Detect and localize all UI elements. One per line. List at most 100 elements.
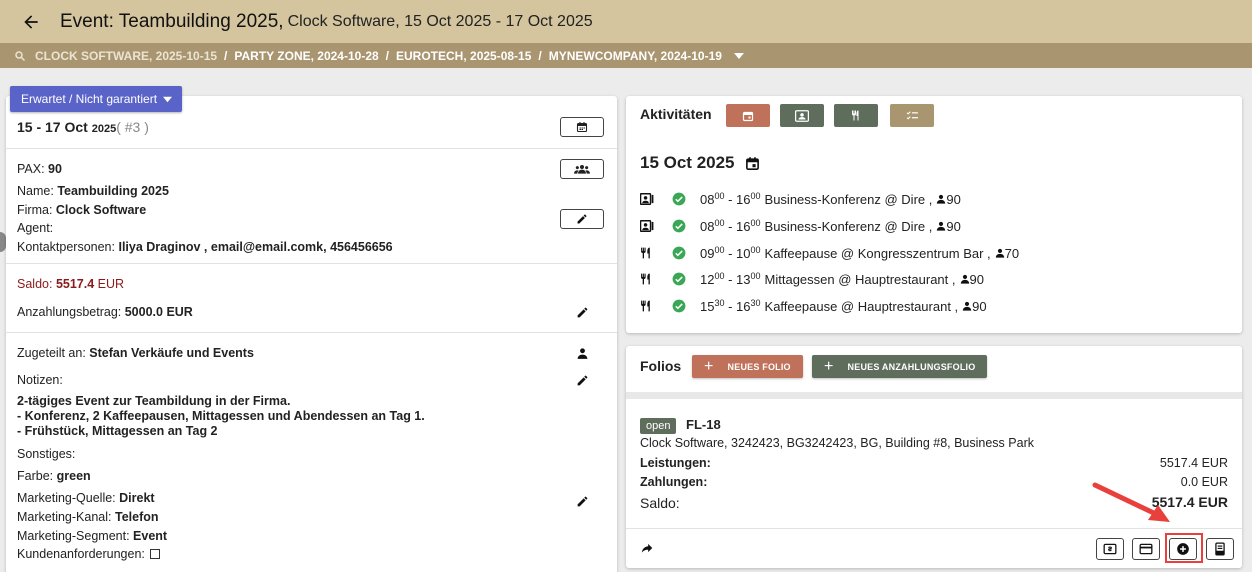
activities-title: Aktivitäten — [640, 106, 712, 122]
activity-time: 0800 - 1600 — [700, 218, 761, 234]
caret-down-icon — [163, 96, 173, 102]
deposit-label: Anzahlungsbetrag: — [17, 305, 122, 319]
contacts-value: Iliya Draginov , email@email.comk, 45645… — [118, 240, 393, 254]
plus-icon: + — [704, 357, 714, 375]
folios-card: Folios + NEUES FOLIO + NEUES ANZAHLUNGSF… — [626, 346, 1242, 568]
activity-row[interactable]: 0800 - 1600 Business-Konferenz @ Dire , 90 — [640, 216, 961, 236]
check-circle-icon — [672, 272, 686, 286]
activity-pax-value: 70 — [1004, 245, 1020, 261]
pencil-icon — [577, 375, 587, 385]
event-date-range-text: 15 - 17 Oct — [17, 119, 88, 135]
activity-row[interactable]: 0800 - 1600 Business-Konferenz @ Dire , 90 — [640, 189, 961, 209]
activity-row[interactable]: 1530 - 1630 Kaffeepause @ Hauptrestaurant… — [640, 296, 987, 316]
check-circle-icon — [672, 299, 686, 313]
activity-time: 1200 - 1300 — [700, 271, 761, 287]
search-icon — [15, 50, 26, 61]
notes-line: - Konferenz, 2 Kaffeepausen, Mittagessen… — [17, 409, 425, 423]
activity-pax-value: 90 — [946, 218, 961, 234]
activity-pax: 90 — [936, 192, 961, 207]
notes-line: 2-tägiges Event zur Teambildung in der F… — [17, 394, 291, 408]
person-icon — [937, 221, 946, 231]
pax-line: PAX: 90 — [17, 162, 62, 176]
edit-event-button[interactable] — [560, 209, 604, 229]
add-task-activity-button[interactable] — [890, 104, 934, 127]
divider — [626, 392, 1242, 399]
breadcrumb-item[interactable]: EUROTECH, 2025-08-15 — [396, 49, 531, 63]
caret-down-icon — [733, 52, 744, 59]
person-icon — [577, 347, 587, 359]
activity-text: Kaffeepause @ Kongresszentrum Bar , — [764, 245, 991, 261]
contact-card-icon — [640, 220, 654, 232]
edit-deposit-button[interactable] — [574, 304, 590, 320]
pax-label: PAX: — [17, 162, 45, 176]
activity-pax: 90 — [962, 299, 987, 314]
balance-value: 5517.4 — [55, 277, 95, 291]
status-dropdown-label: Erwartet / Nicht garantiert — [21, 92, 158, 106]
requests-checkbox[interactable] — [149, 549, 160, 559]
activity-type — [640, 193, 660, 205]
breadcrumb-separator: / — [538, 48, 542, 63]
deposit-line: Anzahlungsbetrag: 5000.0 EUR — [17, 305, 193, 319]
person-icon — [995, 248, 1004, 258]
balance-currency: EUR — [97, 277, 125, 291]
assignment-section: Zugeteilt an: Stefan Verkäufe und Events… — [6, 333, 617, 572]
folio-address: Clock Software, 3242423, BG3242423, BG, … — [640, 436, 1034, 450]
print-folio-button[interactable] — [1206, 538, 1234, 560]
add-food-activity-button[interactable] — [834, 104, 878, 127]
breadcrumb-item[interactable]: MYNEWCOMPANY, 2024-10-19 — [549, 49, 744, 63]
event-date-range: 15 - 17 Oct 2025( #3 ) — [17, 119, 149, 135]
agent-label: Agent: — [17, 221, 54, 235]
activity-type — [640, 220, 660, 232]
activities-card: Aktivitäten 15 Oct 2025 0800 - 1600 Busin… — [626, 96, 1242, 333]
activity-status — [672, 299, 686, 313]
pencil-icon — [577, 496, 587, 506]
page-title: Event: Teambuilding 2025, — [60, 10, 284, 32]
check-circle-icon — [672, 219, 686, 233]
bill-icon — [1103, 543, 1117, 555]
services-label: Leistungen: — [640, 456, 711, 470]
activity-row[interactable]: 0900 - 1000 Kaffeepause @ Kongresszentrum… — [640, 243, 1019, 263]
activity-pax: 90 — [960, 272, 984, 287]
new-deposit-folio-button[interactable]: + NEUES ANZAHLUNGSFOLIO — [812, 355, 988, 378]
marketing-source-value: Direkt — [119, 491, 155, 505]
folios-title: Folios — [640, 358, 682, 374]
company-label: Firma: — [17, 203, 53, 217]
notes-line: - Frühstück, Mittagessen an Tag 2 — [17, 424, 218, 438]
activity-status — [672, 272, 686, 286]
color-value: green — [56, 469, 91, 483]
pencil-icon — [577, 307, 587, 317]
edit-notes-button[interactable] — [574, 372, 590, 388]
add-calendar-activity-button[interactable] — [726, 104, 770, 127]
invoice-button[interactable] — [1096, 538, 1124, 560]
requests-label: Kundenanforderungen: — [17, 547, 145, 561]
back-button[interactable] — [18, 9, 44, 35]
breadcrumb-item[interactable]: PARTY ZONE, 2024-10-28 — [234, 49, 378, 63]
name-label: Name: — [17, 184, 54, 198]
activity-text: Kaffeepause @ Hauptrestaurant , — [764, 298, 959, 314]
person-icon — [963, 301, 972, 311]
contacts-line: Kontaktpersonen: Iliya Draginov , email@… — [17, 240, 393, 254]
breadcrumb-item[interactable]: CLOCK SOFTWARE, 2025-10-15 — [35, 49, 217, 63]
activity-row[interactable]: 1200 - 1300 Mittagessen @ Hauptrestaurant… — [640, 269, 984, 289]
folio-number[interactable]: FL-18 — [686, 417, 721, 432]
notes-label: Notizen: — [17, 373, 63, 387]
status-dropdown[interactable]: Erwartet / Nicht garantiert — [10, 86, 183, 112]
new-deposit-folio-label: NEUES ANZAHLUNGSFOLIO — [847, 361, 976, 372]
group-button[interactable] — [560, 159, 604, 179]
new-folio-button[interactable]: + NEUES FOLIO — [692, 355, 803, 378]
check-circle-icon — [672, 246, 686, 260]
event-details-card: 15 - 17 Oct 2025( #3 ) PAX: 90 Name: Tea… — [6, 96, 617, 572]
payment-button[interactable] — [1132, 538, 1160, 560]
receipt-icon — [1215, 542, 1225, 556]
calendar-button[interactable] — [560, 117, 604, 137]
add-meeting-activity-button[interactable] — [780, 104, 824, 127]
edit-marketing-button[interactable] — [574, 493, 590, 509]
checklist-icon — [906, 111, 918, 120]
marketing-source-label: Marketing-Quelle: — [17, 491, 116, 505]
event-number: ( #3 ) — [116, 119, 149, 135]
calendar-icon — [742, 111, 754, 121]
marketing-segment-label: Marketing-Segment: — [17, 529, 130, 543]
share-button[interactable] — [640, 541, 654, 558]
calendar-icon — [576, 122, 588, 133]
assign-user-button[interactable] — [574, 345, 590, 361]
